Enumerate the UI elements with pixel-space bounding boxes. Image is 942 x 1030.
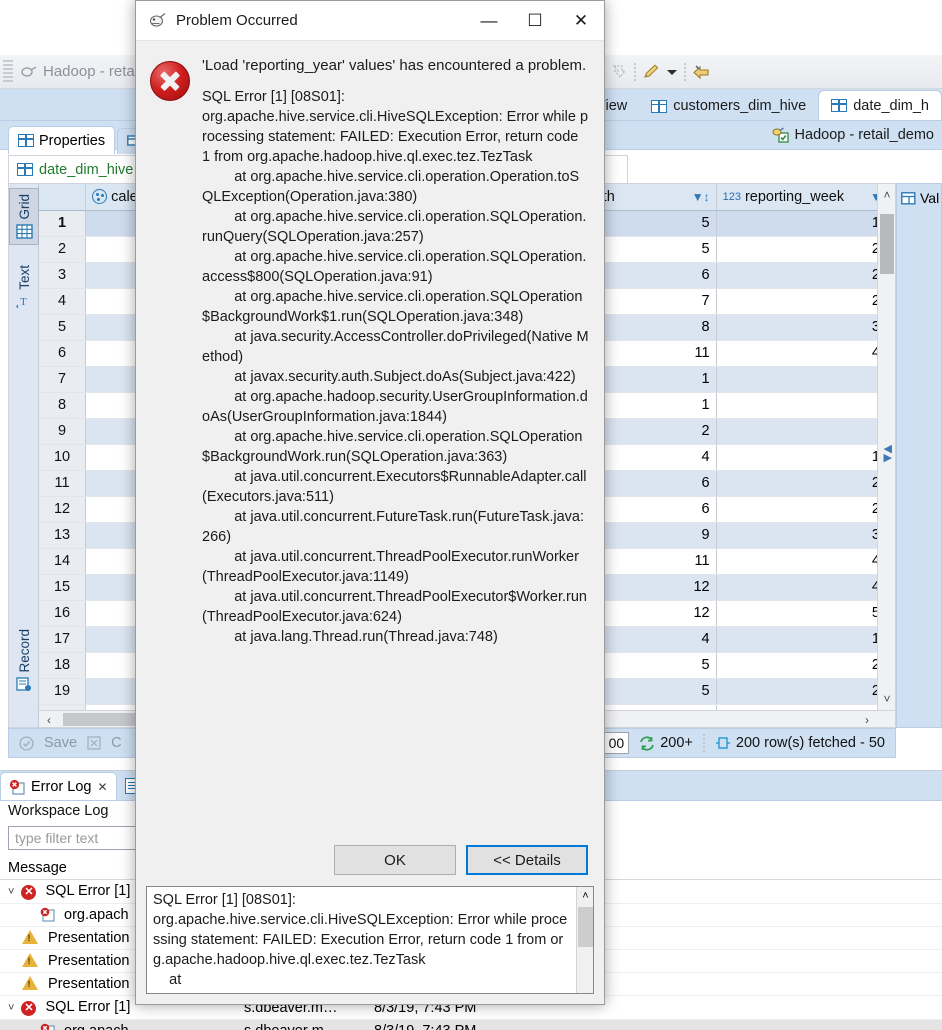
error-circle-icon: [150, 61, 190, 101]
dialog-text-area: 'Load 'reporting_year' values' has encou…: [202, 57, 590, 834]
dialog-details-text[interactable]: SQL Error [1] [08S01]: org.apache.hive.s…: [147, 887, 576, 993]
dialog-stack-trace: SQL Error [1] [08S01]: org.apache.hive.s…: [202, 89, 589, 645]
dialog-button-bar: OK << Details: [136, 834, 604, 886]
dbeaver-icon: [149, 12, 167, 29]
minimize-button[interactable]: —: [466, 1, 512, 41]
dialog-icon-area: [150, 57, 202, 834]
scroll-up-icon[interactable]: ˄: [577, 887, 593, 905]
dialog-body: 'Load 'reporting_year' values' has encou…: [136, 41, 604, 834]
maximize-button[interactable]: ☐: [512, 1, 558, 41]
dialog-title: Problem Occurred: [176, 12, 298, 29]
details-button[interactable]: << Details: [466, 845, 588, 875]
dialog-details-panel: SQL Error [1] [08S01]: org.apache.hive.s…: [146, 886, 594, 994]
scrollbar-thumb[interactable]: [578, 907, 593, 947]
ok-button[interactable]: OK: [334, 845, 456, 875]
details-scrollbar[interactable]: ˄: [576, 887, 593, 993]
dialog-window-buttons: — ☐ ✕: [466, 1, 604, 41]
modal-overlay: Problem Occurred — ☐ ✕ 'Load 'reporting_…: [0, 0, 942, 1030]
dialog-headline: 'Load 'reporting_year' values' has encou…: [202, 57, 587, 74]
problem-occurred-dialog: Problem Occurred — ☐ ✕ 'Load 'reporting_…: [135, 0, 605, 1005]
close-button[interactable]: ✕: [558, 1, 604, 41]
dialog-titlebar[interactable]: Problem Occurred — ☐ ✕: [136, 1, 604, 41]
